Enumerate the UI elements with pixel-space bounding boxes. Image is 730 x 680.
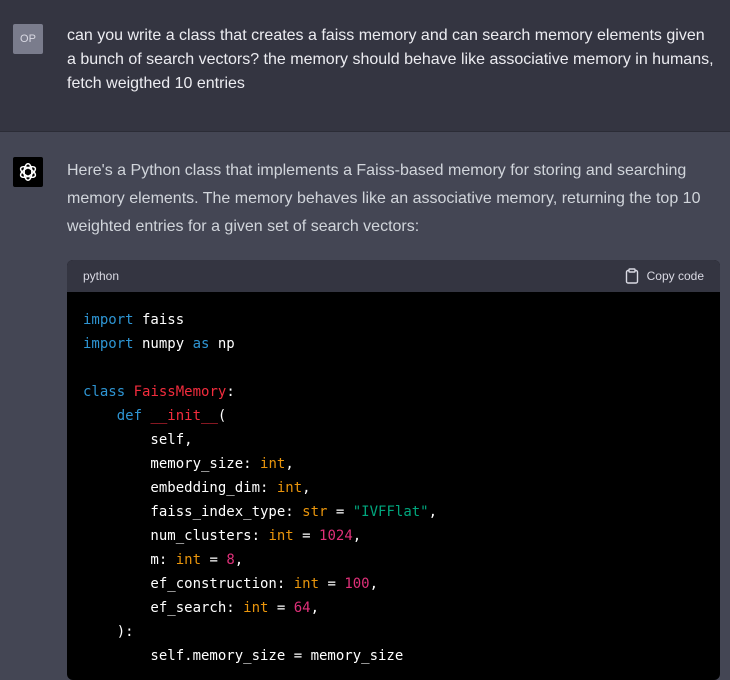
code-line: faiss_index_type: str = "IVFFlat", [83, 500, 704, 524]
openai-logo-icon [19, 163, 37, 181]
code-token: 1024 [319, 528, 353, 544]
code-line: def __init__( [83, 404, 704, 428]
code-line: m: int = 8, [83, 548, 704, 572]
code-token: import [83, 336, 134, 352]
code-token: faiss [133, 312, 185, 328]
code-token: int [243, 600, 269, 616]
code-token: import [83, 312, 134, 328]
copy-code-button[interactable]: Copy code [625, 268, 704, 284]
code-token: self, [83, 432, 193, 448]
code-token: int [175, 552, 202, 568]
code-token: ef_search: [83, 600, 244, 616]
code-token: self.memory_size = memory_size [83, 648, 404, 664]
code-token: int [260, 456, 286, 472]
code-token: = [268, 600, 294, 616]
code-token: m: [83, 552, 176, 568]
code-token: np [209, 336, 235, 352]
code-line: class FaissMemory: [83, 380, 704, 404]
assistant-avatar [13, 157, 43, 187]
assistant-message: Here's a Python class that implements a … [0, 132, 730, 680]
code-line: ef_construction: int = 100, [83, 572, 704, 596]
code-token: 64 [293, 600, 311, 616]
code-token: faiss_index_type: [83, 504, 303, 520]
code-token: def [116, 408, 143, 424]
code-token: as [192, 336, 210, 352]
avatar: OP [13, 24, 43, 54]
copy-code-label: Copy code [646, 269, 704, 283]
code-content: import faiss import numpy as np class Fais… [67, 292, 720, 668]
code-token: __init__ [150, 408, 218, 424]
code-token: = [319, 576, 345, 592]
code-token: class [83, 384, 126, 400]
user-message-text: can you write a class that creates a fai… [67, 27, 714, 92]
code-token: , [302, 480, 311, 496]
code-token: int [268, 528, 294, 544]
code-token: FaissMemory [133, 384, 227, 400]
code-token: int [293, 576, 320, 592]
code-token: memory_size: [83, 456, 261, 472]
code-token: ef_construction: [83, 576, 294, 592]
code-line: import faiss [83, 308, 704, 332]
code-token: 100 [344, 576, 370, 592]
code-token: numpy [133, 336, 193, 352]
code-token: = [293, 528, 320, 544]
code-language: python [83, 269, 120, 283]
code-token: num_clusters: [83, 528, 269, 544]
code-token: 8 [226, 552, 235, 568]
code-line: self.memory_size = memory_size [83, 644, 704, 668]
code-token: , [234, 552, 244, 568]
code-line: embedding_dim: int, [83, 476, 704, 500]
code-token: str [302, 504, 328, 520]
clipboard-icon [625, 268, 638, 284]
code-line: import numpy as np [83, 332, 704, 356]
code-line: ): [83, 620, 704, 644]
code-token: , [369, 576, 379, 592]
code-line: self, [83, 428, 704, 452]
code-token: ( [217, 408, 227, 424]
code-line: ef_search: int = 64, [83, 596, 704, 620]
code-header: python Copy code [67, 260, 720, 292]
code-token: = [327, 504, 353, 520]
code-token: : [226, 384, 235, 400]
code-token: , [310, 600, 320, 616]
code-line: num_clusters: int = 1024, [83, 524, 704, 548]
code-token: , [352, 528, 362, 544]
code-token: int [276, 480, 303, 496]
code-token: , [285, 456, 294, 472]
assistant-message-text: Here's a Python class that implements a … [67, 162, 701, 235]
code-token: embedding_dim: [83, 480, 277, 496]
user-message: OP can you write a class that creates a … [0, 0, 730, 132]
code-token: ): [83, 624, 134, 640]
code-token: = [201, 552, 227, 568]
code-token: "IVFFlat" [352, 504, 429, 520]
code-line: memory_size: int, [83, 452, 704, 476]
code-block: python Copy code import faiss import nump… [67, 260, 720, 680]
code-token: , [428, 504, 438, 520]
